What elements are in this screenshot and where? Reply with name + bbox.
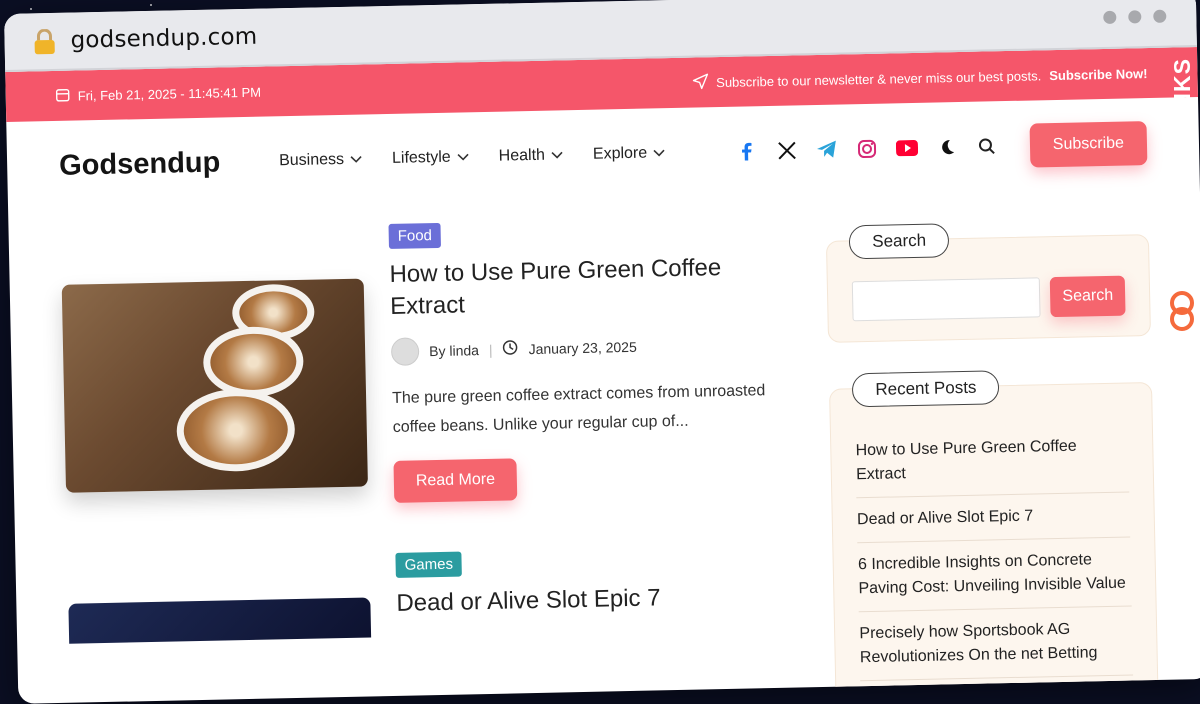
window-dot[interactable] [1128,10,1141,23]
post-author[interactable]: By linda [429,342,479,359]
recent-post-link[interactable]: Dead or Alive Slot Epic 7 [857,493,1131,544]
chevron-down-icon [457,148,469,166]
widget-title: Recent Posts [852,370,1000,407]
search-icon[interactable] [976,135,998,157]
nav-explore[interactable]: Explore [593,144,666,164]
avatar [391,337,420,366]
post-thumbnail-slot[interactable] [68,597,371,643]
browser-window: godsendup.com Fri, Feb 21, 2025 - 11:45:… [4,0,1200,704]
facebook-icon[interactable] [736,140,758,162]
post-title[interactable]: How to Use Pure Green Coffee Extract [389,251,780,324]
post-thumbnail-coffee-cups[interactable] [62,279,368,493]
post-card: Games Dead or Alive Slot Epic 7 [67,545,786,644]
coffee-cup [176,388,296,472]
post-card: Food How to Use Pure Green Coffee Extrac… [61,216,784,510]
read-more-button[interactable]: Read More [393,458,517,503]
site-logo[interactable]: Godsendup [59,145,280,183]
x-twitter-icon[interactable] [776,139,798,161]
chevron-down-icon [350,151,362,169]
post-meta: By linda | January 23, 2025 [391,330,781,366]
chevron-down-icon [551,146,563,164]
youtube-icon[interactable] [896,137,918,159]
send-icon [692,73,708,92]
search-button[interactable]: Search [1050,276,1126,318]
meta-separator: | [489,342,493,358]
nav-label: Health [499,147,546,166]
coffee-cup [203,326,304,398]
widget-title: Search [849,223,950,259]
link-chain-icon [1169,291,1195,336]
chevron-down-icon [653,144,665,162]
post-date: January 23, 2025 [528,339,637,357]
telegram-icon[interactable] [816,139,838,161]
lock-icon [32,29,56,53]
social-links: Subscribe [735,121,1147,174]
nav-lifestyle[interactable]: Lifestyle [392,148,469,168]
nav-health[interactable]: Health [499,146,564,165]
subscribe-button[interactable]: Subscribe [1029,121,1147,167]
nav-business[interactable]: Business [279,151,362,171]
post-list: Food How to Use Pure Green Coffee Extrac… [61,216,788,704]
post-excerpt: The pure green coffee extract comes from… [392,376,773,443]
newsletter-text: Subscribe to our newsletter & never miss… [716,68,1041,90]
brand-text: GUESTPOSTLINKS [1169,58,1196,283]
search-widget: Search Search [826,234,1151,343]
recent-post-link[interactable]: 6 Incredible Insights on Concrete Paving… [858,538,1132,613]
recent-post-link[interactable]: Precisely how Sportsbook AG Revolutioniz… [859,607,1133,682]
nav-label: Lifestyle [392,149,451,168]
post-body: Games Dead or Alive Slot Epic 7 [395,545,786,637]
window-dot[interactable] [1103,11,1116,24]
post-title[interactable]: Dead or Alive Slot Epic 7 [396,580,786,621]
search-input[interactable] [852,277,1041,321]
window-controls [1103,10,1166,24]
clock-icon [502,340,518,359]
category-badge[interactable]: Games [395,552,462,578]
calendar-icon [56,87,70,104]
subscribe-now-link[interactable]: Subscribe Now! [1049,66,1148,83]
guestpostlinks-badge: GUESTPOSTLINKS [1166,58,1198,358]
category-badge[interactable]: Food [388,223,441,249]
post-body: Food How to Use Pure Green Coffee Extrac… [388,216,783,503]
date-time: Fri, Feb 21, 2025 - 11:45:41 PM [78,84,262,103]
main-content: Food How to Use Pure Green Coffee Extrac… [8,187,1200,704]
nav-label: Explore [593,145,648,164]
sidebar: Search Search Recent Posts How to Use Pu… [826,208,1159,703]
main-nav: Business Lifestyle Health Explore [279,144,665,170]
nav-label: Business [279,151,344,170]
window-dot[interactable] [1153,10,1166,23]
instagram-icon[interactable] [856,138,878,160]
recent-posts-widget: Recent Posts How to Use Pure Green Coffe… [829,382,1158,703]
url-text[interactable]: godsendup.com [70,24,257,54]
dark-mode-moon-icon[interactable] [936,136,958,158]
recent-post-link[interactable]: How to Use Pure Green Coffee Extract [855,424,1129,499]
